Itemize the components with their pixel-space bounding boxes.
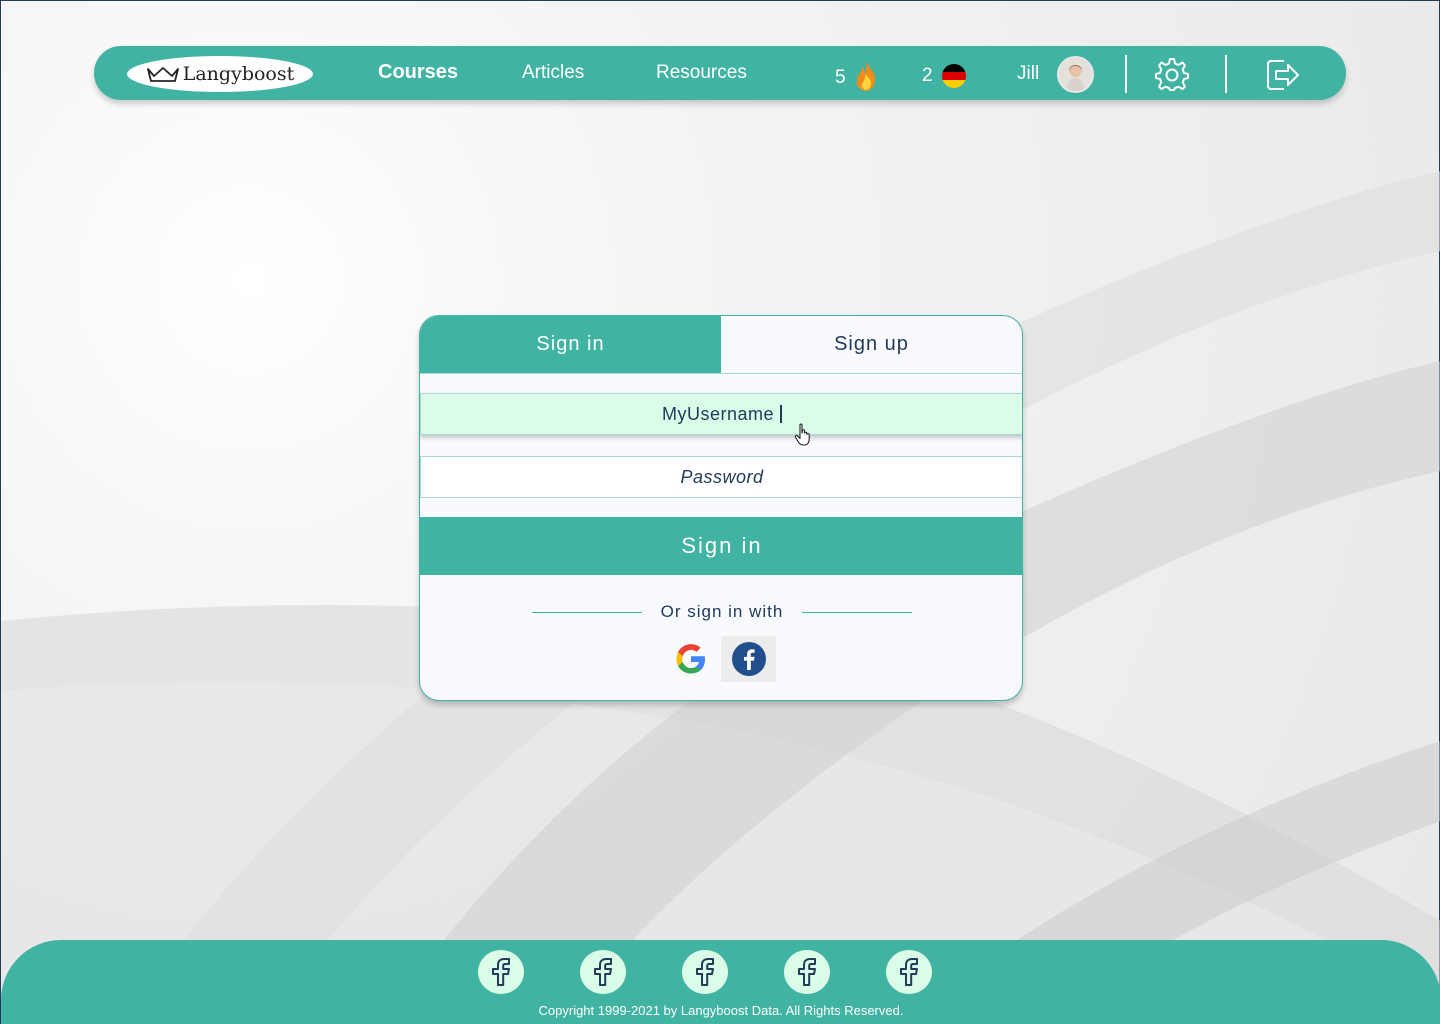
facebook-icon — [492, 958, 510, 986]
logo[interactable]: Langyboost — [127, 56, 313, 92]
password-placeholder: Password — [680, 466, 764, 487]
google-icon — [676, 644, 705, 674]
footer-social-link[interactable] — [478, 950, 524, 994]
facebook-icon — [798, 958, 816, 986]
hand-pointer-cursor — [794, 423, 810, 446]
top-navbar: Langyboost Courses Articles Resources 5 … — [94, 46, 1346, 100]
streak-count: 5 — [835, 66, 846, 88]
facebook-icon — [731, 642, 766, 676]
footer-social-link[interactable] — [784, 950, 830, 994]
text-caret — [780, 405, 783, 423]
divider-line — [802, 611, 913, 613]
avatar[interactable] — [1057, 56, 1094, 93]
footer-social-link[interactable] — [580, 950, 626, 994]
german-flag-icon — [941, 64, 966, 88]
auth-card: Sign in Sign up MyUsername Password Sign… — [419, 315, 1023, 701]
language-counter[interactable]: 2 — [922, 63, 967, 89]
user-name[interactable]: Jill — [1017, 63, 1039, 85]
facebook-icon — [900, 958, 918, 986]
copyright-text: Copyright 1999-2021 by Langyboost Data. … — [538, 1003, 904, 1018]
nav-courses[interactable]: Courses — [378, 61, 458, 84]
username-input[interactable]: MyUsername — [420, 393, 1022, 435]
crown-icon — [146, 67, 179, 82]
auth-tabs: Sign in Sign up — [420, 316, 1022, 374]
divider-line — [531, 611, 642, 613]
flame-icon — [856, 61, 875, 91]
footer-social-link[interactable] — [886, 950, 932, 994]
facebook-sign-in-button[interactable] — [721, 636, 776, 682]
tab-sign-in[interactable]: Sign in — [420, 316, 721, 373]
facebook-icon — [696, 958, 714, 986]
or-divider: Or sign in with — [420, 600, 1022, 624]
footer: Copyright 1999-2021 by Langyboost Data. … — [1, 940, 1440, 1024]
or-sign-in-text: Or sign in with — [660, 602, 784, 621]
language-count: 2 — [922, 65, 933, 86]
logo-text: Langyboost — [182, 63, 295, 85]
avatar-photo — [1059, 58, 1092, 91]
tab-sign-up[interactable]: Sign up — [721, 316, 1022, 373]
logout-icon[interactable] — [1264, 57, 1300, 93]
nav-articles[interactable]: Articles — [522, 62, 584, 84]
nav-resources[interactable]: Resources — [656, 62, 747, 84]
facebook-icon — [594, 958, 612, 986]
gear-icon[interactable] — [1154, 57, 1190, 93]
streak-counter[interactable]: 5 — [835, 60, 878, 92]
footer-social-link[interactable] — [682, 950, 728, 994]
google-sign-in-button[interactable] — [663, 636, 718, 682]
password-input[interactable]: Password — [420, 456, 1022, 498]
sign-in-button[interactable]: Sign in — [420, 517, 1022, 575]
nav-divider — [1225, 55, 1227, 93]
nav-divider — [1125, 55, 1127, 93]
username-value: MyUsername — [661, 403, 775, 424]
